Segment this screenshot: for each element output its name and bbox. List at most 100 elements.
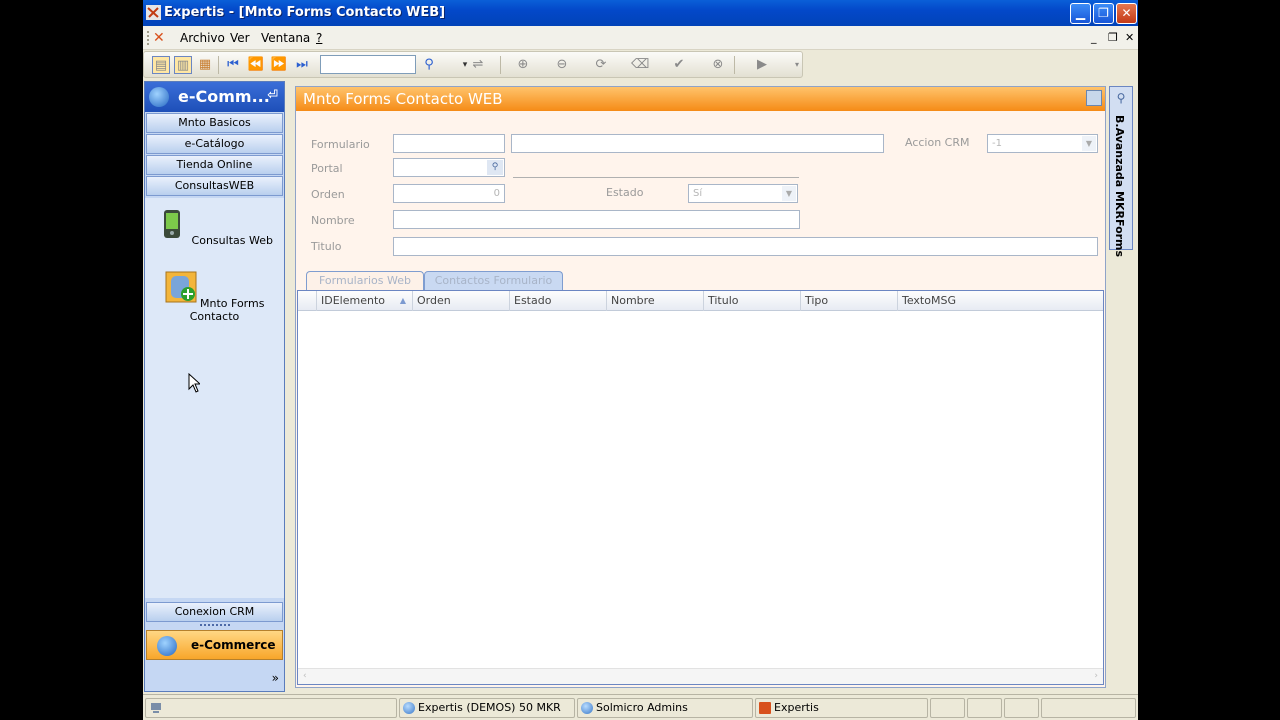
label-orden: Orden [311,188,345,201]
database-icon [403,702,415,714]
status-empty-cell [1041,698,1136,718]
menu-ventana[interactable]: Ventana [261,31,310,45]
nav-header: e-Comm... ⏎ [145,82,284,112]
formulario-description-input[interactable] [511,134,884,153]
toolbar-overflow-icon[interactable]: ▾ [788,56,806,74]
scroll-left-icon[interactable]: ‹ [303,671,307,681]
menu-help[interactable]: ? [316,31,322,45]
expertis-app-icon [146,5,161,20]
close-button[interactable]: ✕ [1116,3,1137,24]
tab-formularios-web[interactable]: Formularios Web [306,271,424,291]
column-header[interactable]: Estado [509,291,606,311]
restore-button[interactable]: ❐ [1093,3,1114,24]
column-header[interactable]: Tipo [800,291,897,311]
configure-buttons-icon[interactable]: » [272,671,279,685]
search-icon: ⚲ [1116,91,1126,105]
filter-icon[interactable]: ⇌ [469,56,487,74]
shortcut-consultas-web[interactable]: Consultas Web [145,208,284,247]
nav-group-content: Consultas Web Mnto Forms Contacto [145,198,284,598]
status-database: Expertis (DEMOS) 50 MKR [418,701,561,714]
nav-header-title: e-Comm... [178,87,270,106]
shortcut-mnto-forms-contacto[interactable]: Mnto Forms Contacto [145,271,284,323]
mdi-minimize-icon[interactable]: _ [1091,31,1097,44]
column-header[interactable]: TextoMSG [897,291,1103,311]
shortcut-label: Consultas Web [191,234,273,247]
find-icon[interactable]: ⚲ [420,56,438,74]
row-selector-header [298,291,316,311]
menu-ver[interactable]: Ver [230,31,250,45]
cancel-icon[interactable]: ⊗ [709,56,727,74]
add-record-icon[interactable]: ⊕ [514,56,532,74]
view-list-icon[interactable]: ▤ [152,56,170,74]
estado-value: Sí [693,188,703,199]
advanced-search-panel[interactable]: ⚲ B.Avanzada MKRForms [1109,86,1133,257]
grid-header: IDElemento ▲ Orden Estado Nombre Titulo … [298,291,1103,311]
eraser-icon[interactable]: ⌫ [631,56,649,74]
next-record-icon[interactable]: ⏩ [270,56,288,74]
nav-group-e-catalogo[interactable]: e-Catálogo [146,134,283,154]
previous-record-icon[interactable]: ⏪ [247,56,265,74]
accept-icon[interactable]: ✔ [670,56,688,74]
navigation-pane: e-Comm... ⏎ Mnto Basicos e-Catálogo Tien… [144,81,285,692]
refresh-icon[interactable]: ⟳ [592,56,610,74]
tab-contactos-formulario[interactable]: Contactos Formulario [424,271,563,291]
expertis-icon [759,702,771,714]
data-grid[interactable]: IDElemento ▲ Orden Estado Nombre Titulo … [297,290,1104,685]
first-record-icon[interactable]: ⏮ [224,56,242,74]
delete-record-icon[interactable]: ⊖ [553,56,571,74]
label-formulario: Formulario [311,138,370,151]
nav-group-tienda-online[interactable]: Tienda Online [146,155,283,175]
toolbar: ▤ ▥ ▦ ⏮ ⏪ ⏩ ⏭ ⚲ ▾ ⇌ ⊕ ⊖ ⟳ ⌫ ✔ ⊗ ▶ ▾ [143,51,803,78]
report-icon[interactable]: ▦ [196,56,214,74]
nav-group-mnto-basicos[interactable]: Mnto Basicos [146,113,283,133]
form-add-icon [165,271,197,303]
status-empty-cell [930,698,965,718]
scroll-right-icon[interactable]: › [1094,671,1098,681]
accion-crm-select[interactable]: -1 ▼ [987,134,1098,153]
estado-select[interactable]: Sí ▼ [688,184,798,203]
titulo-input[interactable] [393,237,1098,256]
lookup-icon[interactable]: ⚲ [487,160,503,175]
run-icon[interactable]: ▶ [753,56,771,74]
record-search-input[interactable] [320,55,416,74]
menu-bar: ✕ Archivo Ver Ventana ? _ ❐ ✕ [143,26,1138,50]
computer-icon [151,703,161,713]
minimize-button[interactable]: ▁ [1070,3,1091,24]
status-empty-cell [967,698,1002,718]
status-user-cell: Solmicro Admins [577,698,753,718]
mdi-close-icon[interactable]: ✕ [1125,31,1134,44]
label-titulo: Titulo [311,240,342,253]
globe-icon [149,87,169,107]
chevron-down-icon[interactable]: ▼ [1082,136,1096,151]
column-header[interactable]: Nombre [606,291,703,311]
nav-group-conexion-crm[interactable]: Conexion CRM [146,602,283,622]
nav-group-consultasweb[interactable]: ConsultasWEB [146,176,283,196]
last-record-icon[interactable]: ⏭ [293,56,311,74]
status-database-cell: Expertis (DEMOS) 50 MKR [399,698,575,718]
mdi-restore-icon[interactable]: ❐ [1108,31,1118,44]
title-bar[interactable]: Expertis - [Mnto Forms Contacto WEB] ▁ ❐… [143,0,1138,26]
module-e-commerce-button[interactable]: e-Commerce [146,630,283,660]
accion-crm-value: -1 [992,138,1002,149]
module-label: e-Commerce [191,638,276,652]
portal-description-line [513,177,799,178]
menu-archivo[interactable]: Archivo [180,31,225,45]
column-header[interactable]: IDElemento ▲ [316,291,412,311]
pin-icon[interactable]: ⏎ [267,88,278,103]
horizontal-scrollbar[interactable]: ‹ › [298,668,1103,684]
mouse-pointer-icon [188,373,200,393]
column-header[interactable]: Titulo [703,291,800,311]
label-nombre: Nombre [311,214,355,227]
form-title-bar: Mnto Forms Contacto WEB [296,87,1105,111]
chevron-down-icon[interactable]: ▼ [782,186,796,201]
form-export-icon[interactable] [1086,90,1102,106]
view-form-icon[interactable]: ▥ [174,56,192,74]
pane-splitter[interactable] [200,624,230,627]
document-icon[interactable]: ✕ [153,30,169,46]
portal-input[interactable]: ⚲ [393,158,505,177]
label-accion-crm: Accion CRM [905,136,970,149]
orden-input[interactable]: 0 [393,184,505,203]
column-header[interactable]: Orden [412,291,509,311]
nombre-input[interactable] [393,210,800,229]
formulario-code-input[interactable] [393,134,505,153]
